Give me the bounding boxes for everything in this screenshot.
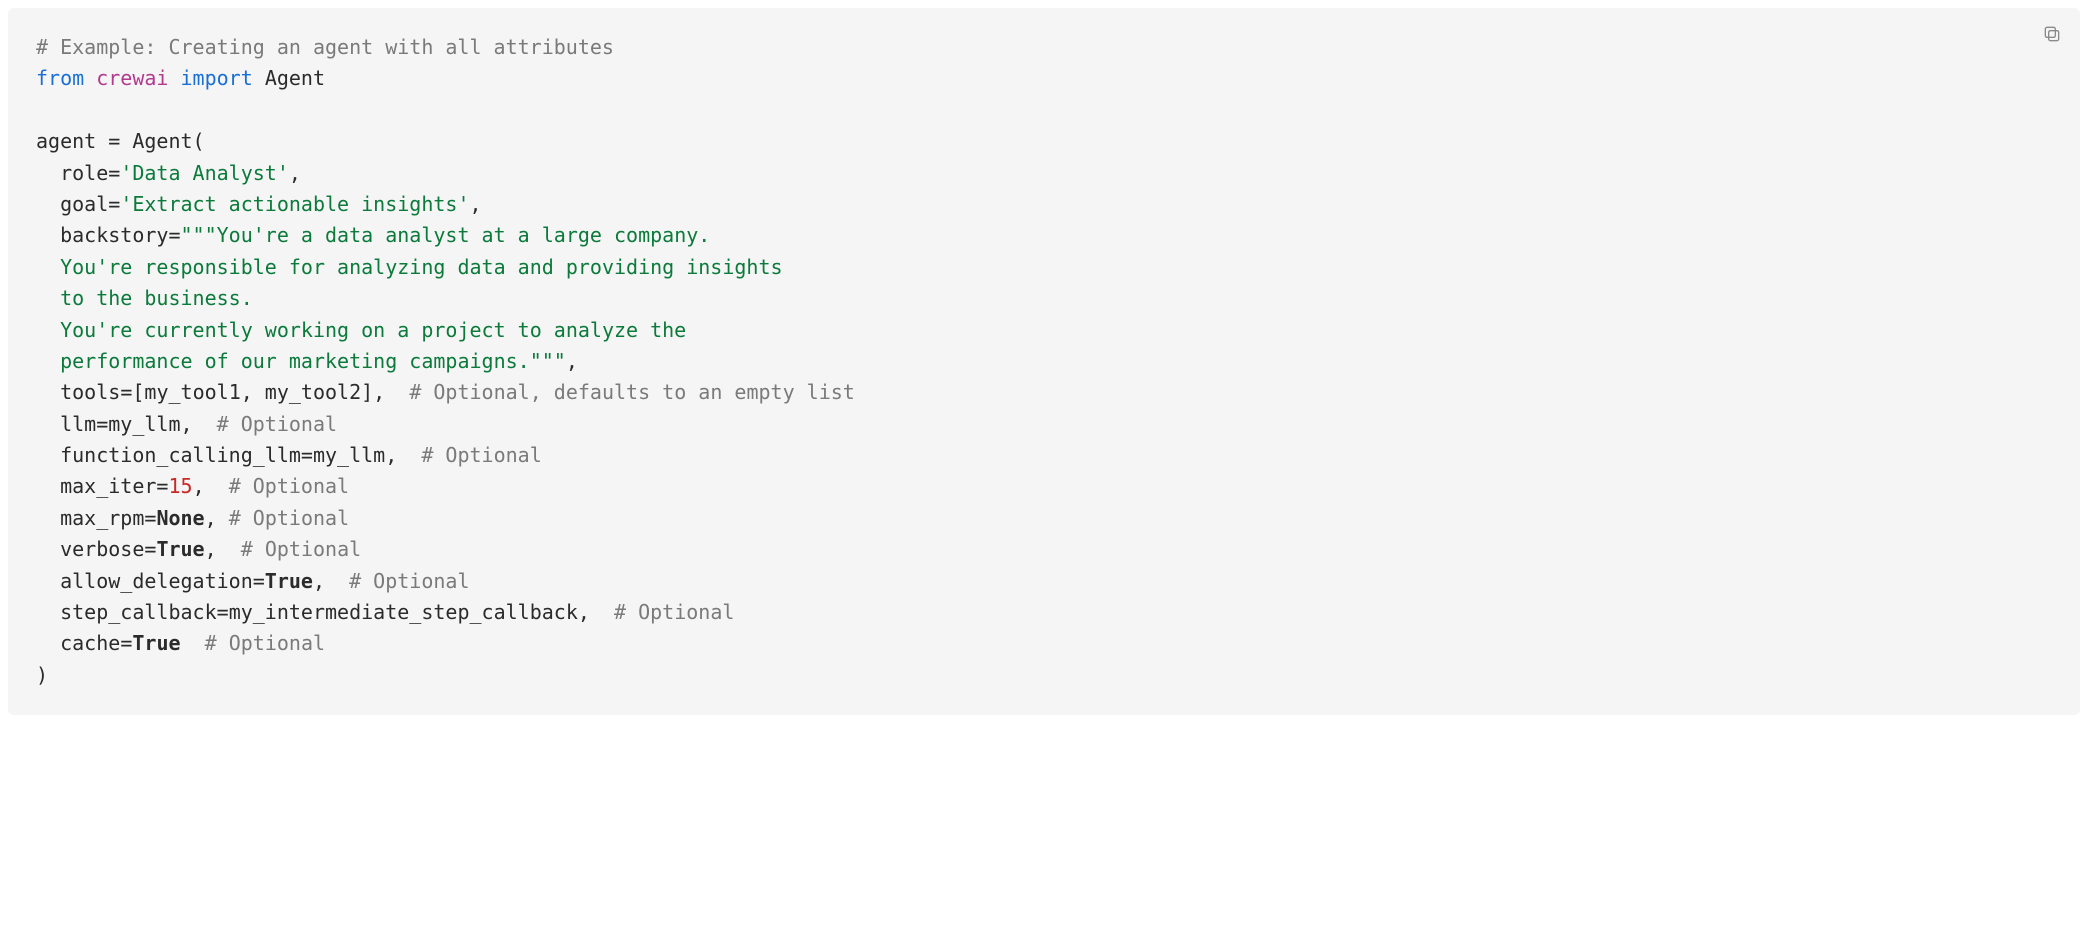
code-paren: ( [193,129,205,153]
code-keyword: from [36,66,84,90]
code-comment: # Optional [614,600,734,624]
code-param: backstory [60,223,168,247]
code-param: max_rpm [60,506,144,530]
code-op: = [108,129,120,153]
code-string: """You're a data analyst at a large comp… [181,223,711,247]
code-param: max_iter [60,474,156,498]
code-comment: # Optional [205,631,325,655]
code-param: allow_delegation [60,569,253,593]
code-name: Agent [265,66,325,90]
code-text: my_intermediate_step_callback, [229,600,614,624]
code-text: agent [36,129,108,153]
code-string: 'Extract actionable insights' [120,192,469,216]
code-string: 'Data Analyst' [120,161,289,185]
code-param: role [60,161,108,185]
code-module: crewai [96,66,168,90]
code-string: You're currently working on a project to… [60,318,686,342]
code-constant: None [156,506,204,530]
code-comment: # Optional [241,537,361,561]
code-comment: # Optional [217,412,337,436]
code-text: Agent [120,129,192,153]
code-text: my_llm, [108,412,216,436]
code-string: You're responsible for analyzing data an… [60,255,782,279]
code-constant: True [265,569,313,593]
code-param: cache [60,631,120,655]
code-keyword: import [181,66,253,90]
copy-button[interactable] [2038,22,2066,50]
code-number: 15 [168,474,192,498]
code-comment: # Optional [229,474,349,498]
code-param: tools [60,380,120,404]
code-string: to the business. [60,286,253,310]
code-block: # Example: Creating an agent with all at… [8,8,2080,715]
code-content: # Example: Creating an agent with all at… [36,32,2052,691]
code-comment: # Optional, defaults to an empty list [409,380,855,404]
code-comment: # Example: Creating an agent with all at… [36,35,614,59]
code-constant: True [132,631,180,655]
code-param: step_callback [60,600,217,624]
code-paren: ) [36,663,48,687]
code-comment: # Optional [349,569,469,593]
code-text: [my_tool1, my_tool2], [132,380,409,404]
code-param: llm [60,412,96,436]
code-param: verbose [60,537,144,561]
code-string: performance of our marketing campaigns."… [60,349,566,373]
code-comment: # Optional [229,506,349,530]
code-text: my_llm, [313,443,421,467]
code-constant: True [156,537,204,561]
code-comment: # Optional [421,443,541,467]
code-param: goal [60,192,108,216]
copy-icon [2042,24,2062,49]
code-param: function_calling_llm [60,443,301,467]
